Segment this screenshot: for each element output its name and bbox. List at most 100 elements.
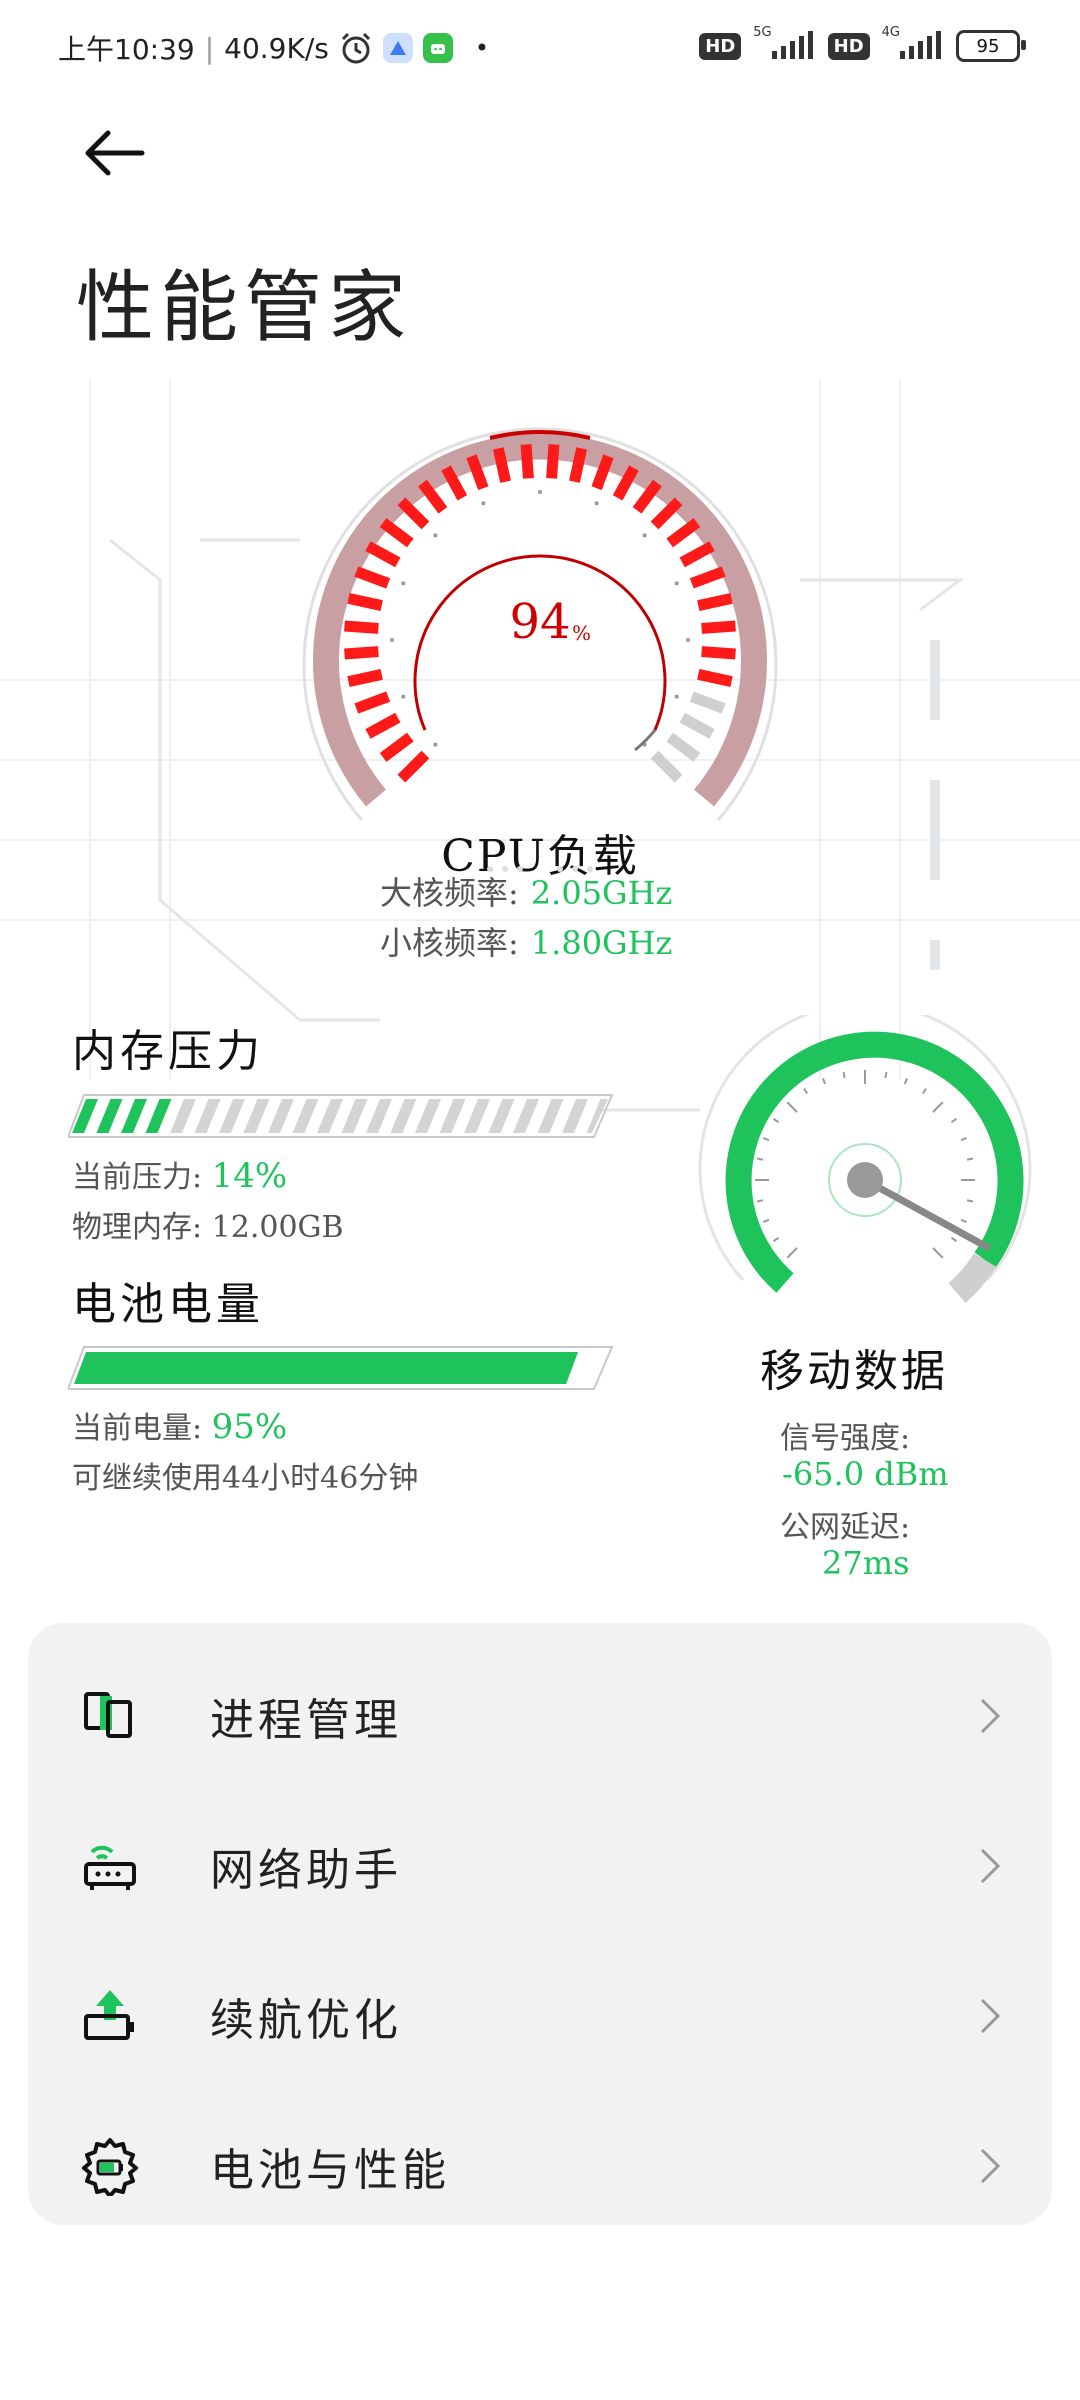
cpu-gauge-segment — [354, 566, 391, 589]
menu-item-process-management[interactable]: 进程管理 — [28, 1641, 1052, 1791]
cpu-gauge-segment — [344, 620, 379, 634]
mobile-gauge-hub — [847, 1162, 883, 1198]
little-core-label: 小核频率: — [380, 924, 519, 962]
mobile-gauge-tick — [966, 1199, 974, 1203]
memory-bar-stripe — [341, 1099, 368, 1133]
cpu-gauge-dot — [594, 501, 599, 506]
cpu-load-value: 94 — [509, 594, 570, 650]
menu-item-label: 续航优化 — [210, 1995, 402, 2046]
cpu-gauge-segment — [492, 447, 511, 483]
back-button[interactable] — [82, 130, 146, 180]
menu-item-battery-life-optimization[interactable]: 续航优化 — [28, 1941, 1052, 2091]
mobile-gauge-tick — [842, 1071, 846, 1079]
cpu-gauge-dot — [390, 638, 394, 642]
mobile-gauge-tick — [921, 1087, 927, 1095]
cpu-gauge-dot — [401, 581, 406, 586]
battery-boost-icon — [84, 1990, 134, 2040]
menu-item-battery-and-performance[interactable]: 电池与性能 — [28, 2091, 1052, 2241]
status-bar-left: 上午10:39 | 40.9K/s • — [58, 28, 489, 68]
battery-level-value: 95% — [211, 1407, 288, 1447]
battery-level-info: 当前电量: 95% — [72, 1403, 287, 1447]
network-type-4g: 4G — [881, 24, 900, 40]
cpu-gauge-segment — [689, 566, 726, 589]
cpu-gauge-segment — [397, 497, 430, 530]
chevron-right-icon — [980, 1848, 1001, 1884]
mobile-gauge-tick — [756, 1157, 764, 1161]
process-icon — [84, 1692, 132, 1738]
menu-item-label: 网络助手 — [210, 1845, 402, 1896]
mobile-gauge-tick — [884, 1071, 888, 1079]
mobile-gauge-tick — [932, 1247, 944, 1259]
menu-item-label: 进程管理 — [210, 1695, 402, 1746]
memory-bar-stripe — [390, 1099, 417, 1133]
memory-pressure-bar — [68, 1094, 614, 1138]
latency-label: 公网延迟: — [780, 1510, 911, 1545]
cpu-gauge-segment — [701, 646, 736, 660]
memory-bar-stripe — [194, 1099, 221, 1133]
battery-indicator: 95 — [956, 30, 1026, 62]
chevron-right-icon — [980, 2148, 1001, 2184]
mobile-gauge-tick — [772, 1118, 780, 1124]
memory-bar-stripe — [121, 1099, 147, 1133]
cpu-gauge-segment — [666, 518, 701, 548]
latency-value: 27ms — [822, 1544, 910, 1582]
status-time: 上午10:39 — [58, 33, 195, 66]
memory-bar-stripe — [488, 1099, 515, 1133]
mobile-gauge-tick — [950, 1118, 958, 1124]
mobile-gauge-tick — [966, 1157, 974, 1161]
cpu-load-unit: % — [572, 621, 591, 645]
mobile-gauge-tick — [762, 1136, 770, 1142]
chevron-right-icon — [980, 1698, 1001, 1734]
memory-bar-stripe — [243, 1099, 270, 1133]
gear-battery-icon — [82, 2138, 138, 2196]
memory-bar-stripe — [464, 1099, 490, 1133]
cpu-gauge-segment — [679, 541, 715, 568]
app-notification-icon — [382, 33, 413, 63]
router-icon — [84, 1845, 136, 1890]
cpu-gauge-dot — [481, 501, 486, 506]
signal-icon — [771, 31, 813, 59]
mobile-gauge-tick — [950, 1236, 958, 1242]
physical-memory-value: 12.00GB — [211, 1210, 344, 1245]
signal-icon-2 — [900, 31, 941, 59]
mobile-gauge-tick — [821, 1077, 827, 1085]
physical-memory-label: 物理内存: — [72, 1210, 203, 1245]
memory-bar-stripe — [562, 1099, 588, 1133]
more-notifications-dot: • — [474, 34, 490, 62]
physical-memory-info: 物理内存: 12.00GB — [72, 1202, 344, 1246]
cpu-gauge-segment — [569, 447, 588, 483]
cpu-gauge-dot — [433, 742, 438, 747]
cpu-gauge: 94 % — [302, 427, 778, 821]
cpu-gauge-segment — [520, 444, 534, 479]
big-core-label: 大核频率: — [380, 874, 519, 912]
back-arrow-icon — [85, 130, 145, 176]
memory-bar-stripe — [268, 1099, 294, 1133]
signal-strength-value: -65.0 dBm — [782, 1455, 949, 1493]
mobile-gauge-tick — [803, 1087, 809, 1095]
hd-badge-2: HD — [827, 32, 870, 60]
feature-menu: 进程管理 网络助手 续航优化 电池与性能 — [28, 1623, 1052, 2225]
cpu-gauge-segment — [379, 518, 414, 548]
memory-title: 内存压力 — [72, 1026, 264, 1077]
cpu-gauge-segment — [365, 712, 401, 739]
cpu-gauge-dot — [538, 490, 542, 494]
cpu-gauge-segment — [379, 732, 414, 762]
cpu-gauge-segment — [365, 541, 401, 568]
cpu-gauge-segment — [347, 592, 383, 611]
cpu-gauge-segment — [697, 669, 733, 688]
menu-item-network-assistant[interactable]: 网络助手 — [28, 1791, 1052, 1941]
cpu-gauge-dot — [433, 533, 438, 538]
mobile-gauge-tick — [786, 1247, 798, 1259]
cpu-gauge-segment — [650, 497, 683, 530]
mobile-gauge-tick — [756, 1199, 764, 1203]
status-bar-right: HD 5G HD 4G 95 — [699, 25, 1026, 62]
alarm-icon — [341, 32, 370, 64]
memory-bar-stripe — [415, 1099, 441, 1133]
cpu-gauge-segment — [650, 750, 683, 783]
status-net-speed: 40.9K/s — [224, 31, 329, 65]
memory-pressure-info: 当前压力: 14% — [72, 1152, 287, 1196]
memory-bar-stripe — [439, 1099, 466, 1133]
mobile-gauge-tick — [960, 1218, 968, 1224]
status-separator: | — [204, 31, 215, 65]
mobile-gauge-grey-arc — [948, 1252, 997, 1303]
